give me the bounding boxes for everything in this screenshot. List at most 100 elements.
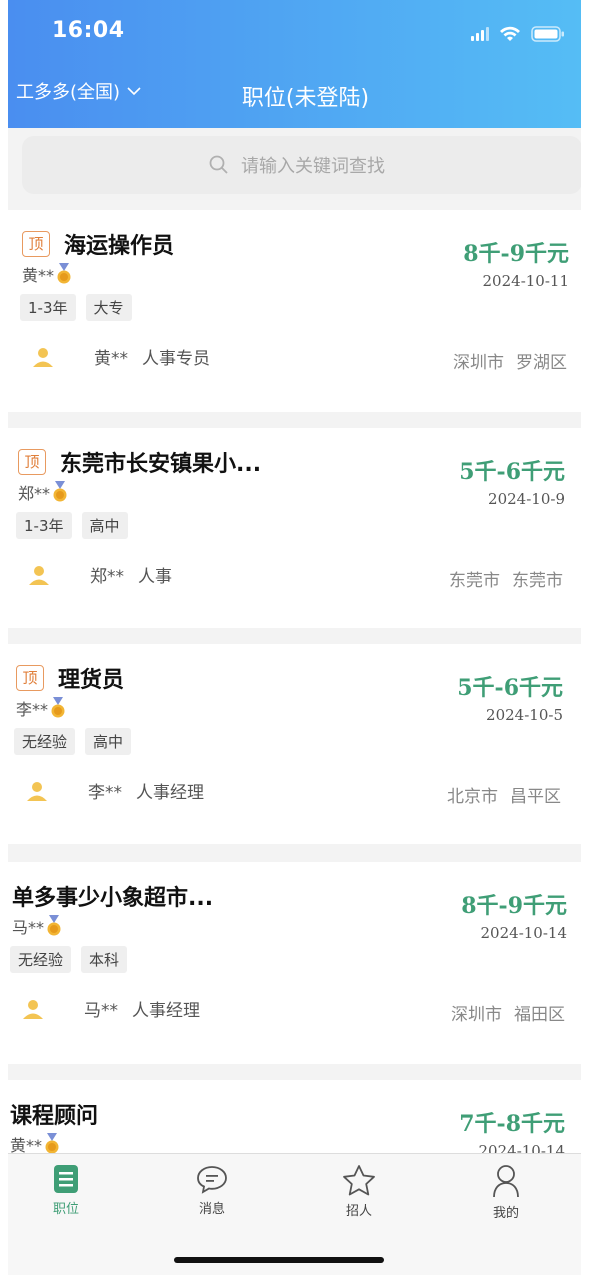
tab-label: 招人: [345, 1204, 372, 1219]
top-badge: 顶: [22, 231, 50, 257]
tag-list: 无经验 本科: [10, 946, 128, 973]
job-title-row: 顶 海运操作员: [22, 228, 174, 260]
message-icon: [197, 1166, 227, 1194]
medal-icon: [57, 263, 71, 284]
job-location: 深圳市 罗湖区: [441, 348, 567, 373]
job-salary: 5千-6千元: [457, 675, 563, 701]
contact-row: 郑** 人事: [28, 562, 172, 587]
job-salary: 7千-8千元: [459, 1111, 565, 1137]
contact-row: 马** 人事经理: [22, 996, 200, 1021]
contact-role: 人事经理: [132, 1001, 200, 1021]
poster-row: 黄**: [22, 262, 72, 286]
job-date: 2024-10-11: [482, 272, 569, 290]
location-city: 北京市: [447, 787, 498, 807]
medal-icon: [45, 1133, 59, 1154]
poster-row: 郑**: [18, 480, 68, 504]
job-salary: 5千-6千元: [459, 459, 565, 485]
tab-label: 职位: [52, 1202, 79, 1217]
job-list-icon: [54, 1165, 78, 1193]
tab-recruit[interactable]: 招人: [319, 1164, 399, 1219]
location-city: 东莞市: [449, 571, 500, 591]
location-city: 深圳市: [451, 1005, 502, 1025]
poster-name: 马**: [12, 918, 45, 937]
person-icon: [23, 999, 43, 1019]
job-date: 2024-10-9: [488, 490, 565, 508]
job-title: 海运操作员: [64, 234, 175, 259]
tab-profile[interactable]: 我的: [466, 1164, 546, 1221]
tag-education: 高中: [85, 728, 132, 755]
search-icon: [209, 155, 228, 174]
poster-name: 郑**: [18, 484, 51, 503]
job-title: 课程顾问: [10, 1104, 99, 1129]
job-card[interactable]: 顶 理货员 5千-6千元 2024-10-5 李** 无经验 高中 李** 人事…: [8, 644, 581, 844]
job-title: 单多事少小象超市...: [12, 886, 214, 911]
poster-row: 李**: [16, 696, 66, 720]
tag-education: 本科: [81, 946, 128, 973]
location-city: 深圳市: [453, 353, 504, 373]
tag-list: 1-3年 高中: [16, 512, 128, 539]
status-icons: [471, 26, 565, 42]
job-salary: 8千-9千元: [461, 893, 567, 919]
job-date: 2024-10-14: [480, 924, 567, 942]
job-title-row: 单多事少小象超市...: [12, 880, 213, 912]
job-title-row: 顶 理货员: [16, 662, 124, 694]
tag-education: 高中: [81, 512, 128, 539]
job-card[interactable]: 单多事少小象超市... 8千-9千元 2024-10-14 马** 无经验 本科…: [8, 862, 581, 1064]
tab-messages[interactable]: 消息: [172, 1164, 252, 1217]
tag-list: 无经验 高中: [14, 728, 132, 755]
poster-name: 李**: [16, 700, 49, 719]
search-input[interactable]: 请输入关键词查找: [241, 152, 385, 178]
job-title: 理货员: [58, 668, 125, 693]
user-icon: [493, 1165, 519, 1198]
contact-name: 郑**: [90, 567, 124, 587]
tag-experience: 1-3年: [20, 294, 76, 321]
tag-experience: 无经验: [10, 946, 72, 973]
contact-name: 马**: [84, 1001, 118, 1021]
location-district: 东莞市: [512, 571, 563, 591]
header-bar: 16:04 工多多(全国) 职位(未登陆): [8, 0, 581, 128]
battery-icon: [531, 26, 565, 42]
poster-row: 马**: [12, 914, 62, 938]
contact-role: 人事专员: [142, 349, 210, 369]
medal-icon: [51, 697, 65, 718]
job-card[interactable]: 顶 东莞市长安镇果小... 5千-6千元 2024-10-9 郑** 1-3年 …: [8, 428, 581, 628]
tab-label: 消息: [198, 1202, 225, 1217]
home-indicator[interactable]: [174, 1257, 384, 1263]
job-card[interactable]: 顶 海运操作员 8千-9千元 2024-10-11 黄** 1-3年 大专 黄*…: [8, 210, 581, 412]
tab-jobs[interactable]: 职位: [26, 1164, 106, 1217]
person-icon: [27, 781, 47, 801]
job-location: 东莞市 东莞市: [437, 566, 563, 591]
job-title-row: 顶 东莞市长安镇果小...: [18, 446, 261, 478]
signal-icon: [471, 27, 489, 41]
top-badge: 顶: [18, 449, 46, 475]
tag-experience: 无经验: [14, 728, 76, 755]
star-icon: [343, 1165, 375, 1196]
page-title: 职位(未登陆): [241, 86, 370, 111]
app-screen: 16:04 工多多(全国) 职位(未登陆) 请输入关键词查找 顶 海运操作员 8…: [8, 0, 581, 1275]
job-date: 2024-10-5: [486, 706, 563, 724]
job-location: 深圳市 福田区: [439, 1000, 565, 1025]
person-icon: [33, 347, 53, 367]
tag-list: 1-3年 大专: [20, 294, 132, 321]
job-title-row: 课程顾问: [10, 1098, 98, 1130]
job-location: 北京市 昌平区: [435, 782, 561, 807]
search-bar[interactable]: 请输入关键词查找: [22, 136, 581, 194]
page-title-wrap: 职位(未登陆): [8, 80, 581, 112]
tag-experience: 1-3年: [16, 512, 72, 539]
contact-row: 李** 人事经理: [26, 778, 204, 803]
location-district: 昌平区: [510, 787, 561, 807]
job-salary: 8千-9千元: [463, 241, 569, 267]
tag-education: 大专: [85, 294, 132, 321]
top-badge: 顶: [16, 665, 44, 691]
location-district: 福田区: [514, 1005, 565, 1025]
medal-icon: [53, 481, 67, 502]
contact-role: 人事: [138, 567, 172, 587]
location-district: 罗湖区: [516, 353, 567, 373]
contact-row: 黄** 人事专员: [32, 344, 210, 369]
contact-name: 李**: [88, 783, 122, 803]
contact-role: 人事经理: [136, 783, 204, 803]
job-title: 东莞市长安镇果小...: [60, 452, 262, 477]
tab-label: 我的: [492, 1206, 519, 1221]
person-icon: [29, 565, 49, 585]
medal-icon: [47, 915, 61, 936]
